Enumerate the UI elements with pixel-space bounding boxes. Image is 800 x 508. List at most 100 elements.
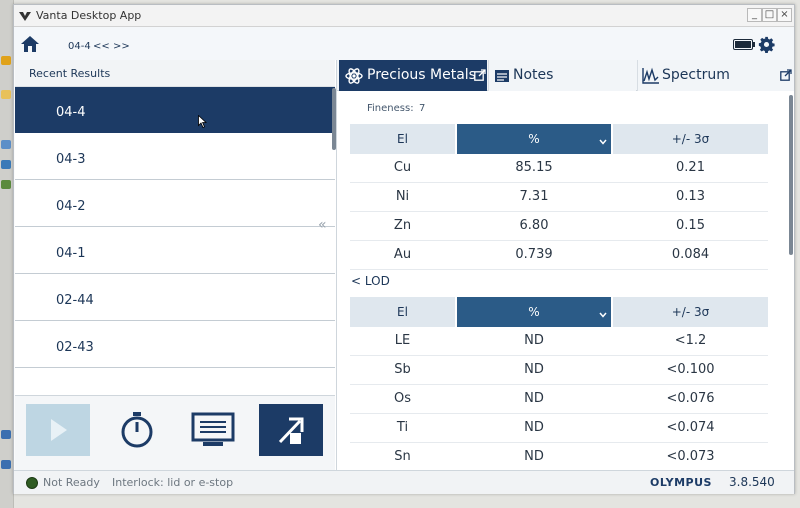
home-icon[interactable] [20, 35, 40, 53]
popout-icon[interactable] [474, 69, 486, 81]
percent-cell: ND [524, 391, 544, 406]
result-item-selected[interactable]: 04-4 [15, 87, 335, 133]
export-arrow-icon [278, 417, 304, 444]
result-item[interactable]: 04-1 [15, 228, 335, 274]
percent-cell: ND [524, 449, 544, 464]
recent-results-panel: Recent Results 04-4 04-3 04-2 04-1 02-44… [15, 60, 337, 470]
percent-cell: 0.739 [515, 247, 553, 262]
column-header-element[interactable]: El [350, 297, 455, 327]
percent-cell: 6.80 [519, 218, 549, 233]
minimize-button[interactable]: _ [747, 8, 762, 22]
error-cell: 0.084 [671, 247, 710, 262]
results-list-scrollbar[interactable] [332, 88, 336, 150]
export-button[interactable] [259, 404, 323, 456]
collapse-panel-icon[interactable]: « [318, 217, 327, 233]
desktop-shortcut-icon[interactable] [1, 430, 11, 439]
column-header-percent[interactable]: % [457, 297, 611, 327]
window-titlebar[interactable]: Vanta Desktop App _ □ × [14, 5, 794, 27]
chevron-down-icon [599, 312, 607, 318]
column-header-label: % [528, 305, 540, 319]
error-cell: <1.2 [674, 333, 707, 348]
element-cell: LE [394, 333, 411, 348]
notes-icon [495, 70, 509, 82]
recent-results-title: Recent Results [29, 67, 111, 80]
error-cell: <0.073 [666, 449, 715, 464]
tab-precious-metals[interactable]: Precious Metals [339, 60, 487, 91]
table-row: Ti ND <0.074 [350, 414, 768, 443]
percent-cell: 85.15 [515, 160, 553, 175]
element-cell: Au [393, 247, 412, 262]
battery-icon [733, 39, 755, 50]
maximize-button[interactable]: □ [762, 8, 777, 22]
results-scrollbar[interactable] [789, 95, 793, 255]
spectrum-icon [642, 67, 659, 84]
action-toolbar [15, 395, 335, 470]
fineness-label: Fineness: [367, 103, 414, 114]
tab-label: Notes [513, 67, 554, 83]
result-item[interactable]: 04-3 [15, 134, 335, 180]
status-bar: Not Ready Interlock: lid or e-stop OLYMP… [14, 470, 794, 494]
vanta-logo-icon [19, 12, 31, 21]
close-button[interactable]: × [777, 8, 792, 22]
desktop-shortcut-icon[interactable] [1, 460, 11, 469]
result-item[interactable]: 02-44 [15, 275, 335, 321]
percent-cell: 7.31 [519, 189, 549, 204]
status-indicator-icon [26, 477, 38, 489]
table-row: Zn 6.80 0.15 [350, 212, 768, 241]
element-cell: Sb [394, 362, 411, 377]
desktop-star-icon[interactable] [1, 56, 11, 65]
next-result-button[interactable]: >> [113, 41, 130, 52]
result-tabs: Precious Metals Notes Spectrum [337, 60, 794, 91]
column-header-element[interactable]: El [350, 124, 455, 154]
column-header-error[interactable]: +/- 3σ [613, 297, 768, 327]
element-cell: Ti [396, 420, 409, 435]
desktop-icon-strip [0, 0, 14, 508]
tab-label: Precious Metals [367, 67, 476, 83]
error-cell: 0.13 [676, 189, 705, 204]
results-table-header: El % +/- 3σ [350, 124, 768, 154]
result-item[interactable]: 04-2 [15, 181, 335, 227]
element-cell: Zn [393, 218, 412, 233]
tab-spectrum[interactable]: Spectrum [637, 60, 794, 91]
status-text: Not Ready [43, 476, 100, 489]
brand-logo: OLYMPUS [650, 476, 712, 489]
version-number: 3.8.540 [729, 475, 775, 489]
error-cell: 0.21 [676, 160, 705, 175]
popout-icon[interactable] [780, 69, 792, 81]
tab-label: Spectrum [662, 67, 730, 83]
desktop-file-icon[interactable] [1, 140, 11, 149]
precious-metals-results: Fineness: 7 El % +/- 3σ Cu 85.15 0.21 Ni… [337, 91, 794, 472]
table-row: Au 0.739 0.084 [350, 241, 768, 270]
display-icon[interactable] [191, 412, 235, 448]
window-title: Vanta Desktop App [36, 9, 142, 22]
navigation-bar: 04-4 << >> [14, 27, 794, 63]
stopwatch-icon[interactable] [117, 410, 157, 450]
fineness-value: 7 [419, 103, 426, 114]
element-cell: Sn [394, 449, 411, 464]
desktop-folder-icon[interactable] [1, 90, 11, 99]
error-cell: <0.100 [666, 362, 715, 377]
previous-result-button[interactable]: << [93, 41, 110, 52]
element-cell: Ni [395, 189, 410, 204]
table-row: Ni 7.31 0.13 [350, 183, 768, 212]
desktop-file-icon[interactable] [1, 180, 11, 189]
column-header-percent[interactable]: % [457, 124, 611, 154]
recent-results-header: Recent Results [15, 60, 335, 87]
current-sample-id: 04-4 [68, 41, 91, 52]
play-icon [51, 419, 67, 441]
start-test-button[interactable] [26, 404, 90, 456]
app-window: Vanta Desktop App _ □ × 04-4 << >> Recen… [13, 4, 795, 494]
atom-icon [345, 68, 363, 84]
desktop-file-icon[interactable] [1, 160, 11, 169]
percent-cell: ND [524, 333, 544, 348]
element-cell: Cu [393, 160, 412, 175]
lod-section-label: < LOD [351, 274, 390, 288]
result-item[interactable]: 02-43 [15, 322, 335, 368]
gear-icon[interactable] [758, 36, 775, 53]
table-row: Cu 85.15 0.21 [350, 154, 768, 183]
chevron-down-icon [599, 139, 607, 145]
column-header-error[interactable]: +/- 3σ [613, 124, 768, 154]
tab-notes[interactable]: Notes [488, 60, 636, 91]
table-row: Os ND <0.076 [350, 385, 768, 414]
mouse-cursor-icon [198, 115, 207, 128]
